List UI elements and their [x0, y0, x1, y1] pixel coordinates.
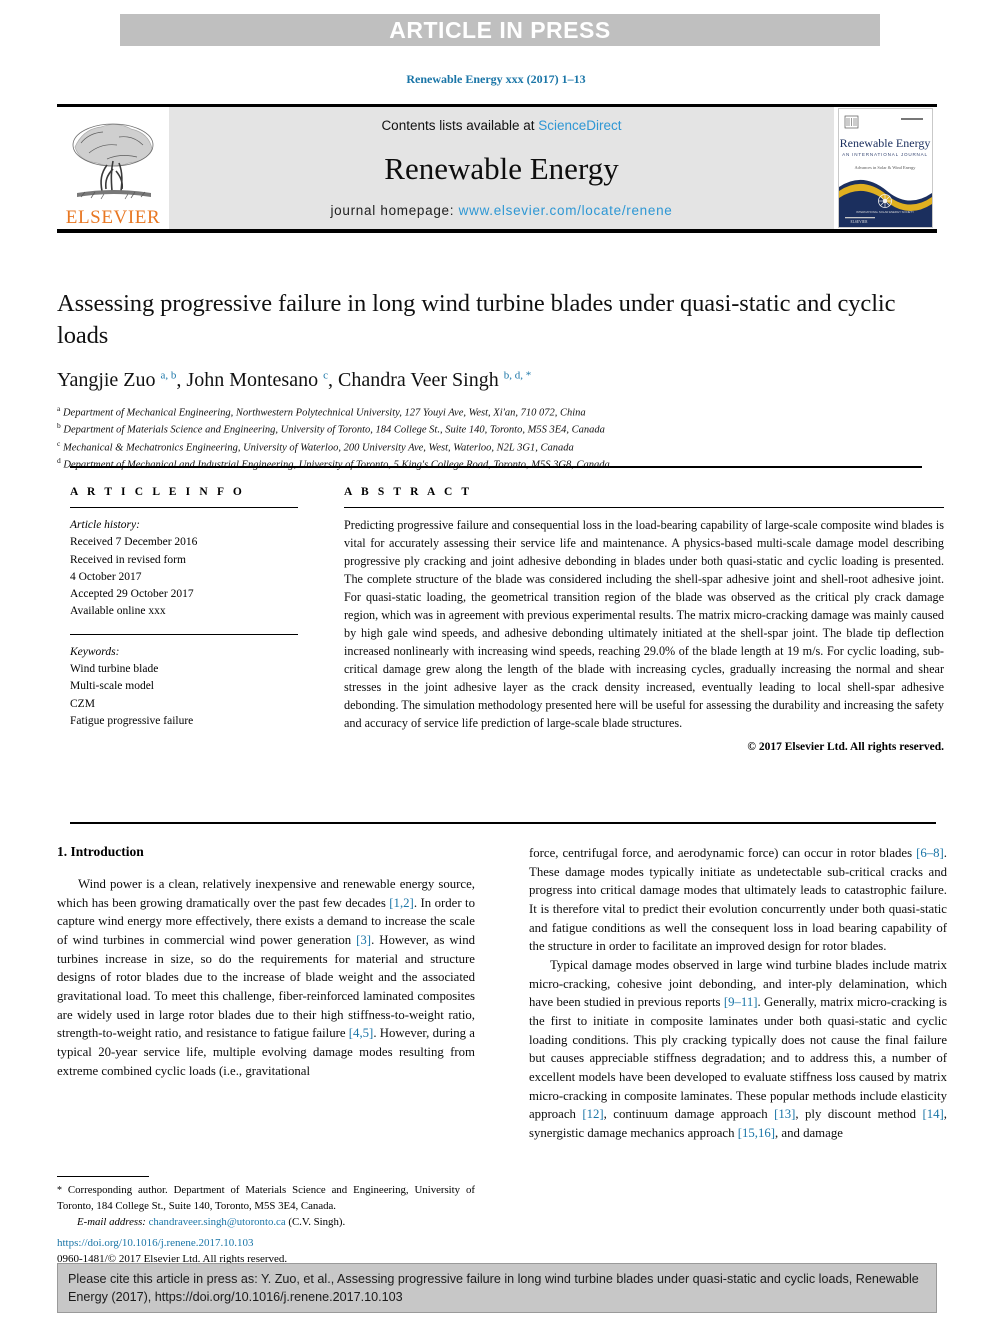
running-head: Renewable Energy xxx (2017) 1–13: [406, 72, 586, 86]
elsevier-logo-block: ELSEVIER: [57, 107, 169, 229]
email-link[interactable]: chandraveer.singh@utoronto.ca: [149, 1216, 286, 1228]
affiliation-mark: b: [57, 421, 61, 431]
section-heading-introduction: 1. Introduction: [57, 844, 144, 859]
info-abstract-top-rule: [70, 466, 922, 468]
journal-masthead: ELSEVIER Contents lists available at Sci…: [57, 104, 937, 233]
contents-prefix: Contents lists available at: [381, 118, 539, 133]
journal-homepage-link[interactable]: www.elsevier.com/locate/renene: [459, 203, 673, 218]
affiliation-mark: a: [57, 403, 61, 413]
article-history-label: Article history:: [70, 519, 140, 532]
article-in-press-banner: ARTICLE IN PRESS: [120, 14, 880, 46]
footnote-rule: [57, 1176, 149, 1178]
article-info-rule: [70, 507, 298, 509]
affiliation-mark: c: [57, 438, 61, 448]
svg-text:Renewable Energy: Renewable Energy: [840, 136, 931, 150]
abstract-text: Predicting progressive failure and conse…: [344, 518, 944, 730]
journal-title: Renewable Energy: [384, 150, 619, 186]
elsevier-tree-icon: [72, 123, 154, 200]
contents-available-line: Contents lists available at ScienceDirec…: [381, 118, 621, 133]
homepage-prefix: journal homepage:: [330, 203, 459, 218]
affiliation-item: c Mechanical & Mechatronics Engineering,…: [57, 439, 937, 456]
keyword-item: Wind turbine blade: [70, 663, 159, 676]
svg-text:Advances in Solar & Wind Energ: Advances in Solar & Wind Energy: [855, 165, 917, 170]
abstract-heading: A B S T R A C T: [344, 486, 473, 498]
abstract-column: A B S T R A C T Predicting progressive f…: [320, 486, 944, 753]
footnote-text: Corresponding author. Department of Mate…: [57, 1184, 475, 1212]
journal-cover-block: Renewable Energy AN INTERNATIONAL JOURNA…: [834, 107, 937, 229]
email-label: E-mail address:: [77, 1215, 146, 1228]
body-column-left: 1. Introduction Wind power is a clean, r…: [57, 844, 475, 1143]
affiliation-item: a Department of Mechanical Engineering, …: [57, 404, 937, 421]
doi-link[interactable]: https://doi.org/10.1016/j.renene.2017.10…: [57, 1236, 475, 1252]
article-info-column: A R T I C L E I N F O Article history: R…: [70, 486, 320, 753]
sciencedirect-link[interactable]: ScienceDirect: [538, 118, 621, 133]
affiliation-text: Department of Mechanical Engineering, No…: [62, 407, 586, 419]
article-history-line: 4 October 2017: [70, 570, 142, 583]
intro-paragraph-right-1: force, centrifugal force, and aerodynami…: [529, 846, 947, 954]
cite-this-article-text: Please cite this article in press as: Y.…: [68, 1272, 919, 1304]
keywords-rule: [70, 633, 298, 635]
affiliation-mark: d: [57, 455, 61, 465]
paper-page: ARTICLE IN PRESS Renewable Energy xxx (2…: [0, 0, 992, 1323]
body-column-right: force, centrifugal force, and aerodynami…: [529, 844, 947, 1143]
journal-cover-image: Renewable Energy AN INTERNATIONAL JOURNA…: [838, 108, 933, 228]
affiliation-item: b Department of Materials Science and En…: [57, 421, 937, 438]
article-history-line: Accepted 29 October 2017: [70, 588, 194, 601]
email-owner: (C.V. Singh).: [288, 1215, 346, 1228]
page-title: Assessing progressive failure in long wi…: [57, 290, 896, 349]
intro-paragraph-left: Wind power is a clean, relatively inexpe…: [57, 877, 475, 1078]
masthead-bottom-rule: [57, 229, 937, 233]
abstract-rule: [344, 507, 944, 509]
footnote-email-line: E-mail address: chandraveer.singh@utoron…: [57, 1215, 475, 1230]
title-block: Assessing progressive failure in long wi…: [57, 288, 937, 473]
author-list: Yangjie Zuo a, b, John Montesano c, Chan…: [57, 368, 532, 391]
elsevier-wordmark: ELSEVIER: [65, 207, 161, 228]
info-abstract-region: A R T I C L E I N F O Article history: R…: [70, 486, 944, 753]
affiliation-list: a Department of Mechanical Engineering, …: [57, 404, 937, 474]
info-abstract-bottom-rule: [70, 822, 936, 824]
article-history-line: Received 7 December 2016: [70, 536, 198, 549]
body-columns: 1. Introduction Wind power is a clean, r…: [57, 844, 947, 1143]
article-in-press-label: ARTICLE IN PRESS: [389, 16, 611, 43]
footnote-marker: *: [57, 1185, 62, 1197]
affiliation-text: Department of Mechanical and Industrial …: [63, 459, 610, 471]
svg-text:ELSEVIER: ELSEVIER: [851, 220, 869, 224]
keyword-item: CZM: [70, 697, 95, 710]
article-history-line: Available online xxx: [70, 605, 166, 618]
article-history-line: Received in revised form: [70, 553, 186, 566]
intro-paragraph-right-2: Typical damage modes observed in large w…: [529, 958, 947, 1141]
journal-band: Contents lists available at ScienceDirec…: [169, 107, 834, 229]
cite-this-article-box: Please cite this article in press as: Y.…: [57, 1263, 937, 1313]
affiliation-text: Mechanical & Mechatronics Engineering, U…: [62, 442, 574, 453]
svg-text:INTERNATIONAL SOLAR ENERGY SOC: INTERNATIONAL SOLAR ENERGY SOCIETY: [856, 210, 914, 214]
affiliation-item: d Department of Mechanical and Industria…: [57, 456, 937, 473]
keywords-label: Keywords:: [70, 645, 120, 658]
abstract-copyright: © 2017 Elsevier Ltd. All rights reserved…: [747, 741, 944, 754]
journal-homepage-line: journal homepage: www.elsevier.com/locat…: [330, 203, 672, 218]
affiliation-text: Department of Materials Science and Engi…: [63, 424, 605, 436]
keyword-item: Fatigue progressive failure: [70, 714, 194, 727]
article-info-heading: A R T I C L E I N F O: [70, 486, 245, 498]
svg-text:AN INTERNATIONAL JOURNAL: AN INTERNATIONAL JOURNAL: [842, 152, 928, 157]
footnote-body: * Corresponding author. Department of Ma…: [57, 1183, 475, 1214]
keyword-item: Multi-scale model: [70, 680, 154, 693]
corresponding-author-footnote: * Corresponding author. Department of Ma…: [57, 1176, 475, 1230]
